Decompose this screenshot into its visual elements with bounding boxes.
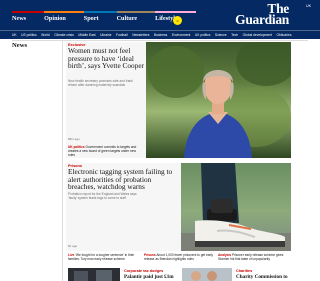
subnav-item[interactable]: Global development — [243, 33, 277, 37]
charity-image — [191, 271, 217, 281]
subnav-item[interactable]: Football — [116, 33, 132, 37]
nav-culture-label: Culture — [116, 15, 138, 22]
story-sublink[interactable]: UK politics Government commits to target… — [68, 145, 140, 157]
subnav-item[interactable]: UK — [12, 33, 21, 37]
story-sublink[interactable]: Prisons About 1,000 fewer prisoners to g… — [144, 253, 214, 261]
story-standfirst: Probation report for the England and Wal… — [68, 192, 137, 201]
story-sublink[interactable]: Live ‘We fought for a tougher sentence’ … — [68, 253, 138, 261]
subnav-item[interactable]: Science — [215, 33, 231, 37]
ankle-tag-image — [181, 163, 291, 251]
story-sublink[interactable]: Analysis Prisoner early release scheme g… — [218, 253, 290, 261]
story-standfirst: New health secretary promises safe and f… — [68, 79, 133, 88]
story-thumbnail[interactable] — [68, 268, 120, 281]
masthead: News Opinion Sport Culture Lifestyle ☺ U… — [0, 0, 320, 30]
subnav-item[interactable]: Obituaries — [276, 33, 296, 37]
smiley-icon: ☺ — [175, 18, 180, 23]
story-kicker: Corporate tax dodges — [124, 269, 164, 273]
logo-line2: Guardian — [235, 11, 289, 27]
subnav-item[interactable]: Middle East — [78, 33, 100, 37]
subnav-item[interactable]: Climate crisis — [54, 33, 78, 37]
section-title: News — [12, 42, 28, 49]
subnav-item[interactable]: Business — [154, 33, 172, 37]
primary-nav: News Opinion Sport Culture Lifestyle — [12, 11, 196, 22]
support-badge[interactable]: ☺ — [173, 16, 182, 25]
story-thumbnail[interactable] — [182, 268, 232, 281]
nav-news[interactable]: News — [12, 11, 45, 22]
nav-culture[interactable]: Culture — [116, 11, 156, 22]
subnav-item[interactable]: UK politics — [195, 33, 215, 37]
palantir-image — [74, 270, 112, 281]
subnav-item[interactable]: Tech — [231, 33, 242, 37]
story-age: 6h ago — [68, 244, 78, 248]
nav-news-label: News — [12, 15, 27, 22]
portrait-image — [148, 42, 291, 158]
edition-selector[interactable]: UK — [306, 4, 311, 8]
story-card[interactable]: Exclusive Women must not feel pressure t… — [66, 42, 291, 158]
story-kicker: Charities — [236, 269, 253, 273]
subnav-item[interactable]: Ukraine — [100, 33, 116, 37]
sublink-text: ‘We fought for a tougher sentence’ in th… — [68, 253, 135, 261]
story-photo[interactable] — [181, 163, 291, 251]
story-age: 58m ago — [68, 137, 80, 141]
story-photo[interactable] — [146, 42, 291, 158]
nav-opinion[interactable]: Opinion — [44, 11, 84, 22]
subnav-item[interactable]: Environment — [172, 33, 195, 37]
story-headline[interactable]: Electronic tagging system failing to ale… — [68, 168, 178, 191]
story-headline[interactable]: Palantir paid just £1m — [124, 274, 182, 280]
subnav-item[interactable]: US politics — [21, 33, 41, 37]
column-divider — [62, 40, 63, 281]
nav-sport-label: Sport — [83, 15, 99, 22]
story-headline[interactable]: Charity Commission to — [236, 274, 308, 280]
subnav-item[interactable]: World — [41, 33, 54, 37]
story-headline[interactable]: Women must not feel pressure to have ‘id… — [68, 47, 144, 70]
story-card[interactable]: Prisons Electronic tagging system failin… — [66, 163, 291, 251]
subnav-item[interactable]: Newsletters — [132, 33, 154, 37]
subnav: UK US politics World Climate crisis Midd… — [0, 30, 320, 39]
nav-opinion-label: Opinion — [44, 15, 66, 22]
guardian-logo[interactable]: The Guardian — [235, 2, 289, 27]
section-divider — [12, 40, 308, 41]
nav-sport[interactable]: Sport — [83, 11, 117, 22]
